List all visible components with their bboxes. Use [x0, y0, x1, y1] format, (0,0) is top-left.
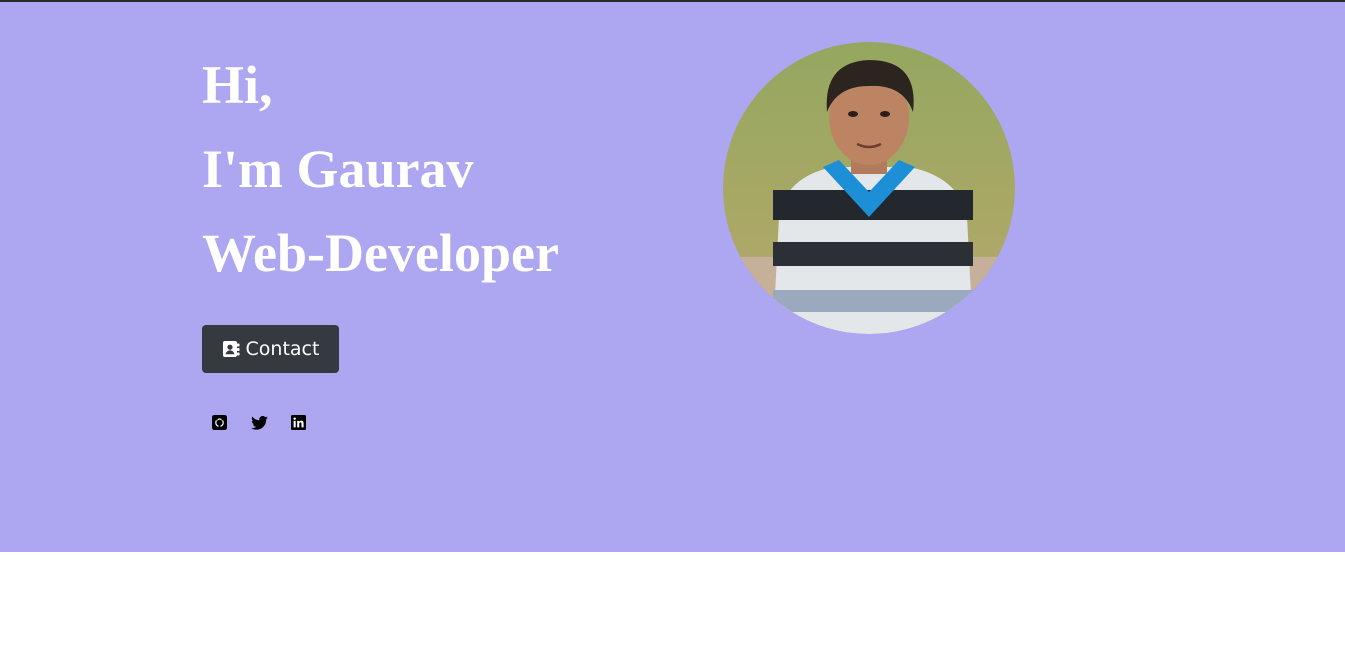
greeting-name: I'm Gaurav — [202, 139, 474, 199]
github-icon — [211, 415, 227, 435]
twitter-icon — [250, 415, 268, 435]
linkedin-link[interactable] — [289, 415, 307, 435]
linkedin-icon — [290, 415, 306, 435]
github-link[interactable] — [210, 415, 228, 435]
profile-avatar — [723, 42, 1015, 334]
greeting-hi: Hi, — [202, 55, 273, 115]
hero-section: Hi, I'm Gaurav Web-Developer Contact — [0, 2, 1345, 552]
twitter-link[interactable] — [250, 415, 268, 435]
profile-photo — [723, 42, 1015, 334]
greeting-role: Web-Developer — [202, 223, 559, 283]
contact-button-label: Contact — [245, 338, 320, 360]
address-book-icon — [222, 340, 240, 358]
contact-button[interactable]: Contact — [202, 325, 339, 373]
